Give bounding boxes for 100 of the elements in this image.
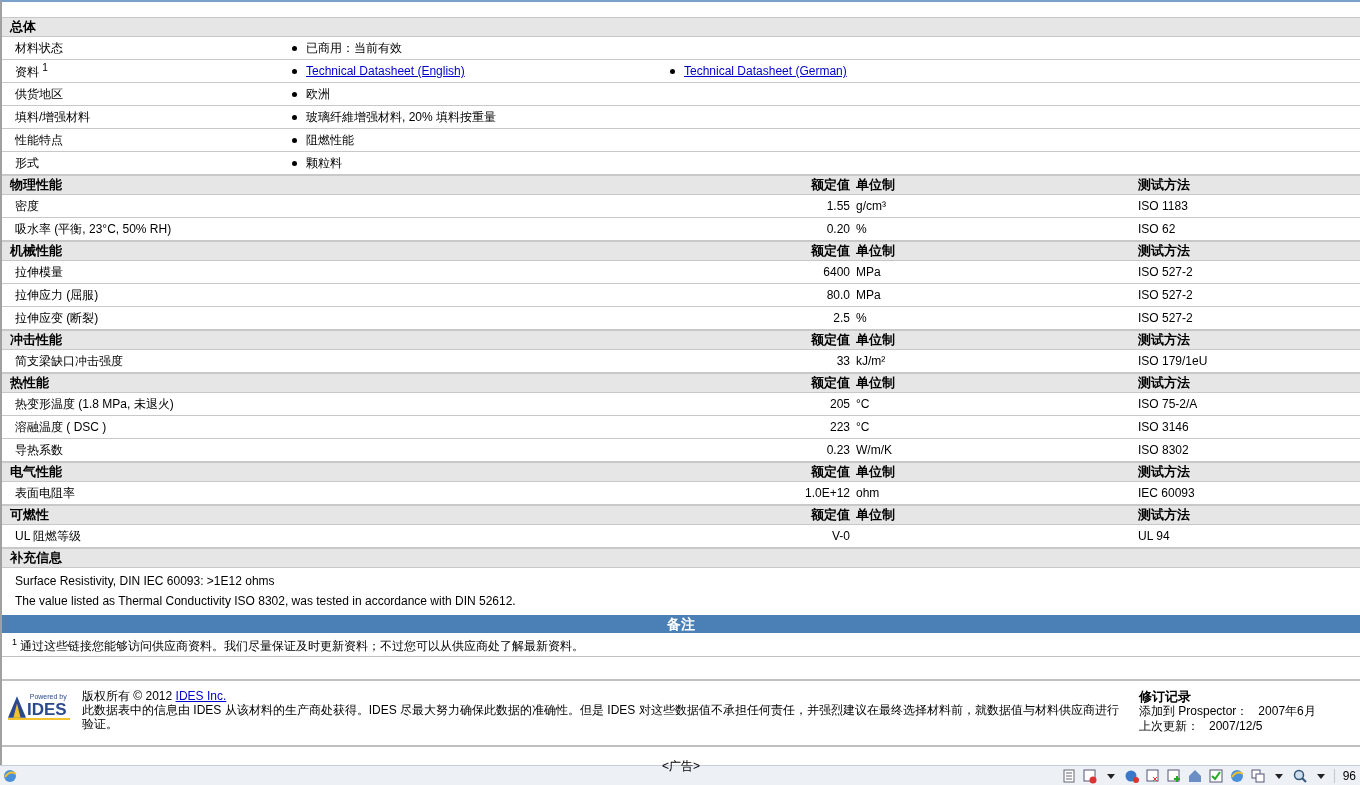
property-label: 形式: [14, 154, 39, 172]
property-label: 密度: [14, 197, 39, 215]
bullet-icon: [670, 68, 675, 74]
bullet-icon: [292, 68, 297, 74]
property-label: 溶融温度 ( DSC ): [14, 418, 107, 436]
value-cell: 205: [829, 397, 850, 411]
column-header: 测试方法: [1137, 331, 1190, 349]
unit-cell-text: MPa: [855, 288, 881, 302]
section-title: 总体: [8, 18, 36, 36]
column-header: 单位制: [855, 463, 895, 481]
revision-title: 修订记录: [1139, 689, 1192, 704]
revision-date: 2007年6月: [1257, 704, 1316, 718]
property-label: 拉伸应变 (断裂): [14, 309, 99, 327]
section-title: 冲击性能: [9, 331, 63, 349]
unit-cell-text: W/m/K: [855, 443, 892, 457]
test-method-cell-text: ISO 527-2: [1137, 311, 1193, 325]
test-method-cell-text: ISO 527-2: [1137, 288, 1193, 302]
column-header: 单位制: [855, 242, 895, 260]
bullet-icon: [292, 45, 297, 51]
property-value: 欧洲: [306, 85, 330, 103]
zoom-icon[interactable]: [1291, 767, 1308, 784]
column-header: 单位制: [855, 331, 895, 349]
section-title: 补充信息: [9, 549, 62, 567]
remarks-banner: 备注: [2, 615, 1360, 633]
disclaimer-text: 此数据表中的信息由 IDES 从该材料的生产商处获得。IDES 尽最大努力确保此数据的准确性。但是 IDES 对这些数据值不承担任何责任，并强烈建议在最终选择材料前，就数据值与材料供应商进行验证。: [82, 703, 1120, 731]
column-header: 测试方法: [1137, 463, 1190, 481]
unit-cell-text: %: [855, 222, 867, 236]
datasheet-link[interactable]: Technical Datasheet (English): [306, 64, 465, 78]
property-label: 导热系数: [14, 441, 63, 459]
column-header: 额定值: [811, 506, 850, 524]
column-header: 额定值: [811, 463, 850, 481]
column-header: 额定值: [811, 176, 850, 194]
property-label: 表面电阻率: [14, 484, 75, 502]
property-label: UL 阻燃等级: [14, 527, 82, 545]
test-method-cell-text: ISO 179/1eU: [1137, 354, 1208, 368]
column-header: 额定值: [811, 242, 850, 260]
column-header: 测试方法: [1137, 176, 1190, 194]
property-label: 填料/增强材料: [14, 108, 91, 126]
advertisement-text: <广告>: [661, 758, 701, 775]
bullet-icon: [292, 91, 297, 97]
test-method-cell-text: ISO 3146: [1137, 420, 1189, 434]
document-icon[interactable]: [1060, 767, 1077, 784]
column-header: 测试方法: [1137, 374, 1190, 392]
column-header: 额定值: [811, 374, 850, 392]
test-method-cell-text: ISO 1183: [1137, 199, 1188, 213]
property-label: 拉伸应力 (屈服): [14, 286, 99, 304]
property-label: 资料 $^{1}$: [14, 61, 48, 81]
footnote-text: $^{1}$ 通过这些链接您能够访问供应商资料。我们尽量保证及时更新资料；不过您可以从供应商处了解最新资料。: [2, 633, 1360, 657]
section-title: 机械性能: [8, 242, 63, 260]
note-text: The value listed as Thermal Conductivity ISO 8302, was tested in accordance with DIN 52612.: [15, 593, 517, 610]
column-header: 单位制: [855, 506, 895, 524]
section-title: 物理性能: [9, 176, 63, 194]
test-method-cell-text: ISO 75-2/A: [1137, 397, 1198, 411]
property-value: 阻燃性能: [306, 131, 354, 149]
zoom-level[interactable]: 96: [1333, 768, 1356, 783]
value-cell: 6400: [823, 265, 850, 279]
column-header: 单位制: [855, 374, 895, 392]
unit-cell-text: °C: [855, 397, 870, 411]
property-label: 材料状态: [14, 39, 63, 57]
property-label: 吸水率 (平衡, 23°C, 50% RH): [14, 220, 172, 238]
property-value: 玻璃纤維增强材料, 20% 填料按重量: [306, 108, 497, 126]
value-cell: 223: [829, 420, 850, 434]
bullet-icon: [292, 137, 297, 143]
property-value: 已商用：当前有效: [306, 39, 402, 57]
section-title: 电气性能: [9, 463, 63, 481]
checklist-icon[interactable]: [1207, 767, 1224, 784]
bullet-icon: [292, 114, 297, 120]
browser-icon[interactable]: [1228, 767, 1245, 784]
column-header: 测试方法: [1137, 506, 1190, 524]
browser-icon[interactable]: [2, 767, 18, 784]
test-method-cell-text: UL 94: [1137, 529, 1170, 543]
value-cell: 1.0E+12: [804, 486, 850, 500]
test-method-cell-text: IEC 60093: [1137, 486, 1195, 500]
value-cell: 0.20: [826, 222, 850, 236]
windows-icon[interactable]: [1249, 767, 1266, 784]
column-header: 单位制: [855, 176, 895, 194]
unit-cell-text: %: [855, 311, 867, 325]
column-header: 测试方法: [1137, 242, 1190, 260]
test-method-cell-text: ISO 527-2: [1137, 265, 1193, 279]
note-text: Surface Resistivity, DIN IEC 60093: >1E12 ohms: [15, 573, 276, 590]
property-label: 性能特点: [14, 131, 63, 149]
unit-cell-text: MPa: [855, 265, 881, 279]
property-label: 供货地区: [14, 85, 63, 103]
datasheet-link[interactable]: Technical Datasheet (German): [684, 64, 847, 78]
value-cell: 80.0: [826, 288, 850, 302]
value-cell: 0.23: [826, 443, 850, 457]
company-link[interactable]: IDES Inc.: [175, 689, 227, 703]
section-title: 热性能: [9, 374, 50, 392]
property-value: 颗粒料: [306, 154, 342, 172]
unit-cell-text: kJ/m²: [855, 354, 886, 368]
blocked-window-icon[interactable]: [1081, 767, 1098, 784]
window-icon[interactable]: [1144, 767, 1161, 784]
value-cell: 2.5: [833, 311, 850, 325]
test-method-cell-text: ISO 62: [1137, 222, 1176, 236]
logo-text: IDES: [27, 701, 67, 718]
value-cell: V-0: [832, 529, 850, 543]
section-title: 可燃性: [9, 506, 50, 524]
property-label: 简支梁缺口冲击强度: [14, 352, 123, 370]
window-add-icon[interactable]: [1165, 767, 1182, 784]
house-icon[interactable]: [1186, 767, 1203, 784]
